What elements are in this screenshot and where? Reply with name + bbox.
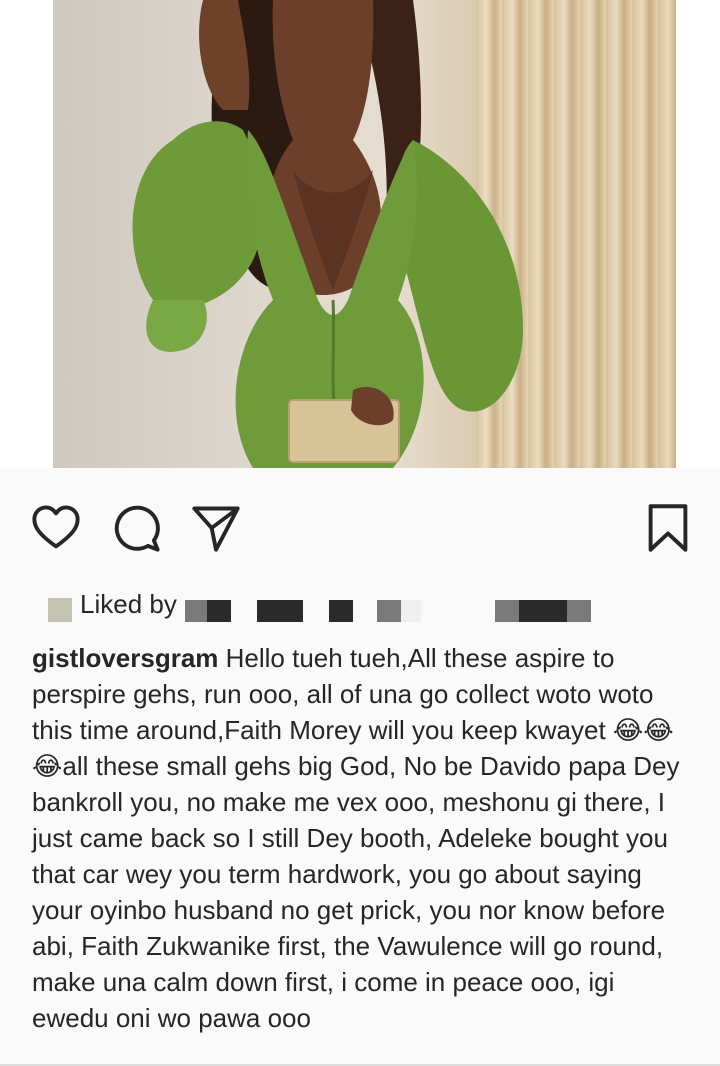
redacted-name <box>256 600 303 622</box>
save-button[interactable] <box>636 490 700 566</box>
redacted-name <box>494 600 519 622</box>
send-icon <box>192 506 240 552</box>
woman-in-green-dress-image <box>132 0 523 468</box>
caption-username[interactable]: gistloversgram <box>32 643 218 673</box>
redacted-name <box>184 600 207 622</box>
heart-icon <box>32 505 80 549</box>
liked-by-row[interactable]: Liked by <box>48 584 591 624</box>
post-action-bar <box>0 490 720 570</box>
redacted-name <box>566 600 591 622</box>
liked-by-label: Liked by <box>80 588 177 619</box>
redacted-name <box>328 600 353 622</box>
caption-text: Hello tueh tueh,All these aspire to pers… <box>32 643 680 1033</box>
redacted-name <box>376 600 401 622</box>
share-button[interactable] <box>184 490 248 566</box>
post-caption: gistloversgram Hello tueh tueh,All these… <box>32 640 692 1036</box>
post-photo[interactable] <box>53 0 676 468</box>
like-button[interactable] <box>24 490 88 566</box>
bookmark-icon <box>648 504 688 552</box>
redacted-name <box>206 600 231 622</box>
liker-avatar <box>48 598 72 622</box>
redacted-name <box>400 600 421 622</box>
comment-button[interactable] <box>104 490 168 566</box>
comment-icon <box>114 505 160 552</box>
post-image-container <box>0 0 720 468</box>
redacted-name <box>518 600 567 622</box>
